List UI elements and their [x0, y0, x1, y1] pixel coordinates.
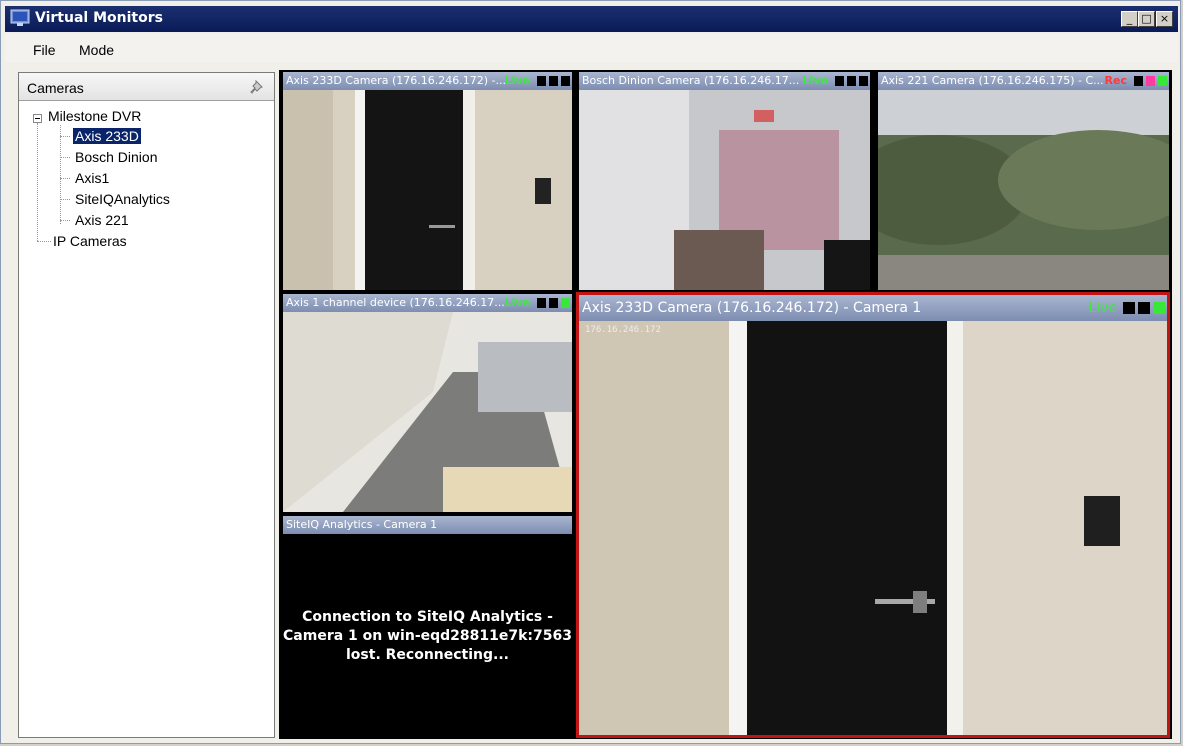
pin-icon[interactable] [250, 79, 266, 95]
sidebar-header: Cameras [19, 73, 274, 101]
camera-feed [283, 90, 572, 290]
live-status: Live [1088, 300, 1117, 316]
camera-view-bosch-dinion[interactable]: Bosch Dinion Camera (176.16.246.17... Li… [579, 72, 870, 290]
camera-feed [283, 312, 572, 512]
status-square [549, 298, 558, 308]
camera-header: Axis 233D Camera (176.16.246.172) -... L… [283, 72, 572, 90]
camera-header: Axis 233D Camera (176.16.246.172) - Came… [579, 295, 1167, 321]
title-bar[interactable]: Virtual Monitors _ □ × [5, 6, 1178, 32]
camera-header: SiteIQ Analytics - Camera 1 [283, 516, 572, 534]
app-window: Virtual Monitors _ □ × File Mode Cameras… [0, 0, 1181, 744]
status-square [1153, 302, 1165, 314]
camera-title: Axis 233D Camera (176.16.246.172) - Came… [582, 300, 922, 316]
tree-line [60, 157, 70, 158]
live-status: Live [504, 296, 530, 309]
tree-node-camera[interactable]: SiteIQAnalytics [75, 191, 170, 207]
sidebar-title: Cameras [27, 80, 84, 96]
camera-header: Axis 1 channel device (176.16.246.17... … [283, 294, 572, 312]
camera-header: Bosch Dinion Camera (176.16.246.17... Li… [579, 72, 870, 90]
status-square [847, 76, 856, 86]
cameras-sidebar: Cameras Milestone DVR Axis 233D Bosch Di… [18, 72, 275, 738]
status-square [1134, 76, 1143, 86]
close-button[interactable]: × [1156, 11, 1173, 27]
tree-node-camera[interactable]: Axis 233D [73, 128, 141, 144]
camera-feed [579, 321, 1167, 735]
camera-view-axis-233d-large[interactable]: Axis 233D Camera (176.16.246.172) - Came… [576, 292, 1170, 738]
status-square [1123, 302, 1135, 314]
menu-file[interactable]: File [33, 42, 56, 58]
tree-node-camera[interactable]: Axis1 [75, 170, 109, 186]
status-square [561, 76, 570, 86]
camera-title: Axis 221 Camera (176.16.246.175) - C... [881, 74, 1104, 87]
camera-feed [579, 90, 870, 290]
status-square [537, 298, 546, 308]
maximize-button[interactable]: □ [1138, 11, 1155, 27]
tree-line [60, 199, 70, 200]
camera-ip-overlay: 176.16.246.172 [585, 325, 661, 335]
tree-node-milestone-dvr[interactable]: Milestone DVR [48, 108, 141, 124]
rec-status: Rec [1104, 74, 1127, 87]
live-status: Live [802, 74, 828, 87]
tree-node-camera[interactable]: Bosch Dinion [75, 149, 158, 165]
tree-line [60, 178, 70, 179]
menu-mode[interactable]: Mode [79, 42, 114, 58]
camera-title: Axis 233D Camera (176.16.246.172) -... [286, 74, 506, 87]
camera-view-axis1[interactable]: Axis 1 channel device (176.16.246.17... … [283, 294, 572, 512]
camera-title: SiteIQ Analytics - Camera 1 [286, 518, 438, 531]
camera-view-axis-221[interactable]: Axis 221 Camera (176.16.246.175) - C... … [878, 72, 1169, 290]
tree-line [60, 220, 70, 221]
tree-line [37, 241, 51, 242]
camera-title: Bosch Dinion Camera (176.16.246.17... [582, 74, 800, 87]
camera-view-siteiq-analytics[interactable]: SiteIQ Analytics - Camera 1 Connection t… [283, 516, 572, 738]
status-square [1158, 76, 1167, 86]
minimize-button[interactable]: _ [1121, 11, 1138, 27]
status-square [1146, 76, 1155, 86]
tree-collapse-icon[interactable] [33, 114, 42, 123]
status-square [1138, 302, 1150, 314]
camera-grid: Axis 233D Camera (176.16.246.172) -... L… [279, 70, 1172, 739]
camera-feed [878, 90, 1169, 290]
connection-lost-message: Connection to SiteIQ Analytics - Camera … [283, 609, 572, 663]
tree-line [37, 123, 38, 241]
tree-node-camera[interactable]: Axis 221 [75, 212, 129, 228]
status-square [859, 76, 868, 86]
live-status: Live [504, 74, 530, 87]
status-square [549, 76, 558, 86]
tree-line [60, 125, 61, 224]
camera-view-axis-233d[interactable]: Axis 233D Camera (176.16.246.172) -... L… [283, 72, 572, 290]
menu-bar: File Mode [5, 34, 1178, 62]
monitor-app-icon [10, 9, 30, 26]
status-square [835, 76, 844, 86]
status-square [537, 76, 546, 86]
tree-node-ip-cameras[interactable]: IP Cameras [53, 233, 127, 249]
camera-title: Axis 1 channel device (176.16.246.17... [286, 296, 505, 309]
tree-line [60, 136, 70, 137]
status-square [561, 298, 570, 308]
camera-header: Axis 221 Camera (176.16.246.175) - C... … [878, 72, 1169, 90]
window-title: Virtual Monitors [35, 10, 163, 26]
